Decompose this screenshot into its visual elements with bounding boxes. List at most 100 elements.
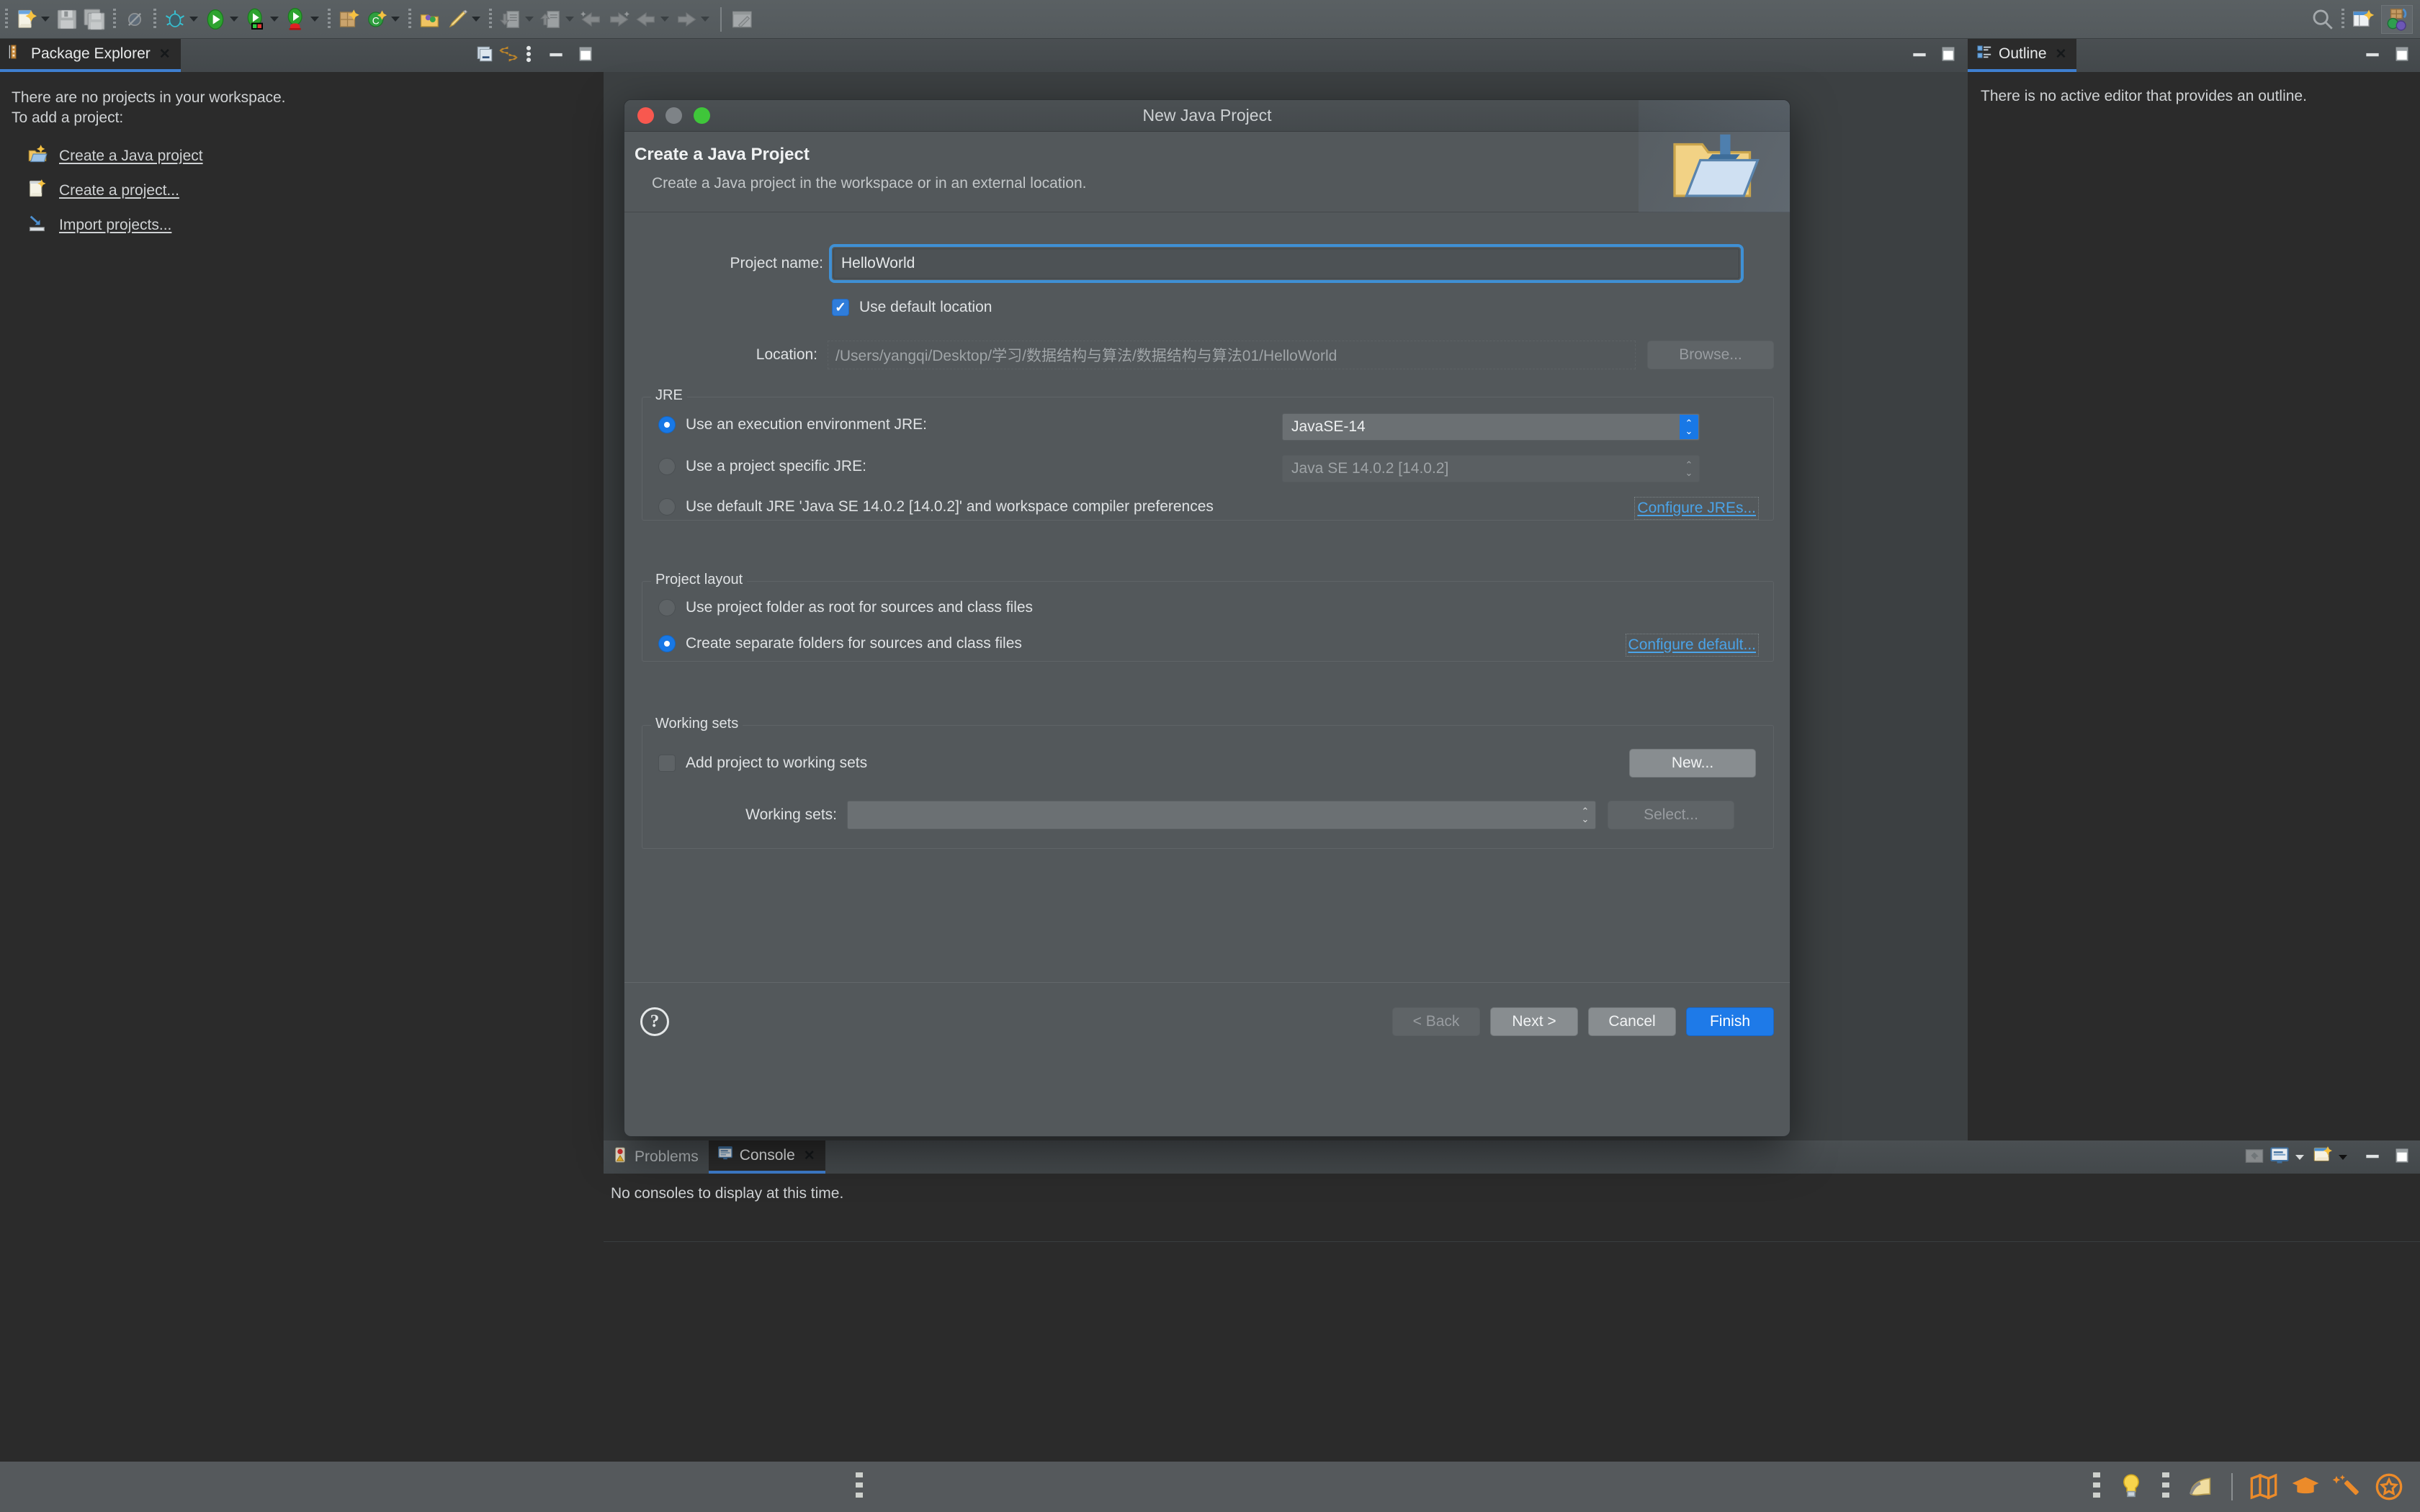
help-icon[interactable]: ? bbox=[640, 1007, 669, 1036]
smart-insert-icon[interactable] bbox=[2115, 1470, 2148, 1503]
chevron-updown-icon[interactable]: ⌃ ⌄ bbox=[1680, 415, 1698, 439]
coverage-icon[interactable] bbox=[243, 7, 268, 32]
export-dropdown-arrow[interactable] bbox=[565, 17, 574, 22]
use-default-location-row[interactable]: Use default location bbox=[832, 299, 992, 316]
next-button[interactable]: Next > bbox=[1490, 1007, 1578, 1036]
cancel-button[interactable]: Cancel bbox=[1588, 1007, 1676, 1036]
layout-project-folder-radio[interactable] bbox=[658, 599, 676, 616]
minimize-icon[interactable] bbox=[2363, 1146, 2382, 1169]
open-task-dropdown-arrow[interactable] bbox=[472, 17, 480, 22]
minimize-icon[interactable] bbox=[2363, 45, 2382, 67]
tab-console[interactable]: Console ✕ bbox=[708, 1140, 825, 1174]
coverage-dropdown-arrow[interactable] bbox=[270, 17, 279, 22]
skip-breakpoints-icon[interactable] bbox=[122, 7, 147, 32]
use-default-location-checkbox[interactable] bbox=[832, 299, 849, 316]
new-editor-icon[interactable] bbox=[730, 7, 755, 32]
run-icon[interactable] bbox=[203, 7, 228, 32]
back-button[interactable]: < Back bbox=[1392, 1007, 1480, 1036]
tab-package-explorer[interactable]: Package Explorer ✕ bbox=[0, 39, 181, 72]
java-perspective-icon[interactable] bbox=[2381, 4, 2413, 34]
jre-project-specific-radio[interactable] bbox=[658, 458, 676, 475]
chevron-updown-icon[interactable]: ⌃ ⌄ bbox=[1576, 802, 1595, 828]
layout-project-folder-row[interactable]: Use project folder as root for sources a… bbox=[658, 599, 1033, 616]
minimize-icon[interactable] bbox=[547, 45, 565, 67]
configure-jres-link[interactable]: Configure JREs... bbox=[1634, 497, 1759, 520]
status-drag-handle[interactable] bbox=[2093, 1472, 2100, 1501]
debug-icon[interactable] bbox=[163, 7, 187, 32]
new-wizard-dropdown-arrow[interactable] bbox=[41, 17, 50, 22]
close-icon[interactable]: ✕ bbox=[159, 48, 171, 61]
create-java-project-link[interactable]: Create a Java project bbox=[59, 148, 203, 165]
layout-separate-folders-row[interactable]: Create separate folders for sources and … bbox=[658, 635, 1022, 652]
jre-default-radio[interactable] bbox=[658, 498, 676, 516]
tab-outline[interactable]: Outline ✕ bbox=[1968, 39, 2077, 72]
browse-button[interactable]: Browse... bbox=[1647, 341, 1774, 369]
dialog-titlebar[interactable]: New Java Project bbox=[624, 100, 1790, 132]
new-working-set-button[interactable]: New... bbox=[1629, 749, 1756, 778]
back-icon[interactable] bbox=[634, 7, 658, 32]
prev-annotation-icon[interactable] bbox=[579, 7, 604, 32]
forward-icon[interactable] bbox=[674, 7, 699, 32]
import-dropdown-arrow[interactable] bbox=[525, 17, 534, 22]
project-name-input[interactable] bbox=[829, 244, 1744, 283]
search-icon[interactable] bbox=[2311, 7, 2335, 32]
add-to-working-sets-row[interactable]: Add project to working sets bbox=[658, 755, 867, 772]
run-ant-icon[interactable] bbox=[284, 7, 308, 32]
back-dropdown-arrow[interactable] bbox=[660, 17, 669, 22]
create-project-link[interactable]: Create a project... bbox=[59, 182, 179, 199]
magic-wand-icon[interactable] bbox=[2331, 1470, 2364, 1503]
view-menu-icon[interactable] bbox=[523, 44, 534, 68]
layout-separate-folders-radio[interactable] bbox=[658, 635, 676, 652]
jre-execution-environment-row[interactable]: Use an execution environment JRE: bbox=[658, 416, 927, 433]
display-selected-console-dropdown-arrow[interactable] bbox=[2295, 1154, 2304, 1160]
collapse-all-icon[interactable] bbox=[475, 45, 494, 67]
tab-problems[interactable]: Problems bbox=[604, 1140, 709, 1174]
maximize-icon[interactable] bbox=[2393, 45, 2411, 67]
open-type-icon[interactable] bbox=[418, 7, 442, 32]
debug-dropdown-arrow[interactable] bbox=[189, 17, 198, 22]
finish-button[interactable]: Finish bbox=[1686, 1007, 1774, 1036]
close-icon[interactable]: ✕ bbox=[804, 1149, 815, 1163]
display-selected-console-icon[interactable] bbox=[2269, 1146, 2290, 1169]
select-working-sets-button[interactable]: Select... bbox=[1608, 801, 1734, 829]
run-dropdown-arrow[interactable] bbox=[230, 17, 238, 22]
jre-default-row[interactable]: Use default JRE 'Java SE 14.0.2 [14.0.2]… bbox=[658, 498, 1214, 516]
minimize-icon[interactable] bbox=[1910, 45, 1929, 67]
jre-project-specific-row[interactable]: Use a project specific JRE: bbox=[658, 458, 866, 475]
working-sets-combo[interactable]: ⌃ ⌄ bbox=[847, 801, 1596, 829]
save-all-icon[interactable] bbox=[82, 7, 107, 32]
export-icon[interactable] bbox=[539, 7, 563, 32]
import-projects-link[interactable]: Import projects... bbox=[59, 217, 171, 234]
next-annotation-icon[interactable] bbox=[606, 7, 631, 32]
create-java-project-row[interactable]: Create a Java project bbox=[12, 144, 604, 168]
add-to-working-sets-checkbox[interactable] bbox=[658, 755, 676, 772]
tutorial-icon[interactable] bbox=[2289, 1470, 2322, 1503]
new-class-icon[interactable]: C bbox=[364, 7, 389, 32]
open-perspective-icon[interactable] bbox=[2351, 7, 2375, 32]
status-drag-handle[interactable] bbox=[2162, 1472, 2169, 1501]
open-task-icon[interactable] bbox=[445, 7, 470, 32]
import-icon[interactable] bbox=[498, 7, 523, 32]
configure-default-link[interactable]: Configure default... bbox=[1625, 634, 1760, 657]
import-projects-row[interactable]: Import projects... bbox=[12, 213, 604, 237]
close-icon[interactable]: ✕ bbox=[2056, 48, 2067, 61]
map-icon[interactable] bbox=[2247, 1470, 2280, 1503]
status-drag-handle[interactable] bbox=[856, 1472, 863, 1501]
pin-console-icon[interactable] bbox=[2244, 1146, 2264, 1169]
new-wizard-icon[interactable] bbox=[14, 7, 39, 32]
new-java-package-icon[interactable] bbox=[337, 7, 362, 32]
star-icon[interactable] bbox=[2372, 1470, 2406, 1503]
execution-environment-combo[interactable]: JavaSE-14 ⌃ ⌄ bbox=[1282, 413, 1700, 441]
open-console-icon[interactable] bbox=[2313, 1146, 2333, 1169]
maximize-icon[interactable] bbox=[2393, 1146, 2411, 1169]
maximize-icon[interactable] bbox=[1939, 45, 1958, 67]
jre-execution-environment-radio[interactable] bbox=[658, 416, 676, 433]
new-class-dropdown-arrow[interactable] bbox=[391, 17, 400, 22]
run-ant-dropdown-arrow[interactable] bbox=[310, 17, 319, 22]
save-icon[interactable] bbox=[55, 7, 79, 32]
maximize-icon[interactable] bbox=[576, 45, 595, 67]
forward-dropdown-arrow[interactable] bbox=[701, 17, 709, 22]
open-console-dropdown-arrow[interactable] bbox=[2339, 1154, 2347, 1160]
writable-icon[interactable] bbox=[2184, 1470, 2217, 1503]
create-project-row[interactable]: Create a project... bbox=[12, 179, 604, 202]
